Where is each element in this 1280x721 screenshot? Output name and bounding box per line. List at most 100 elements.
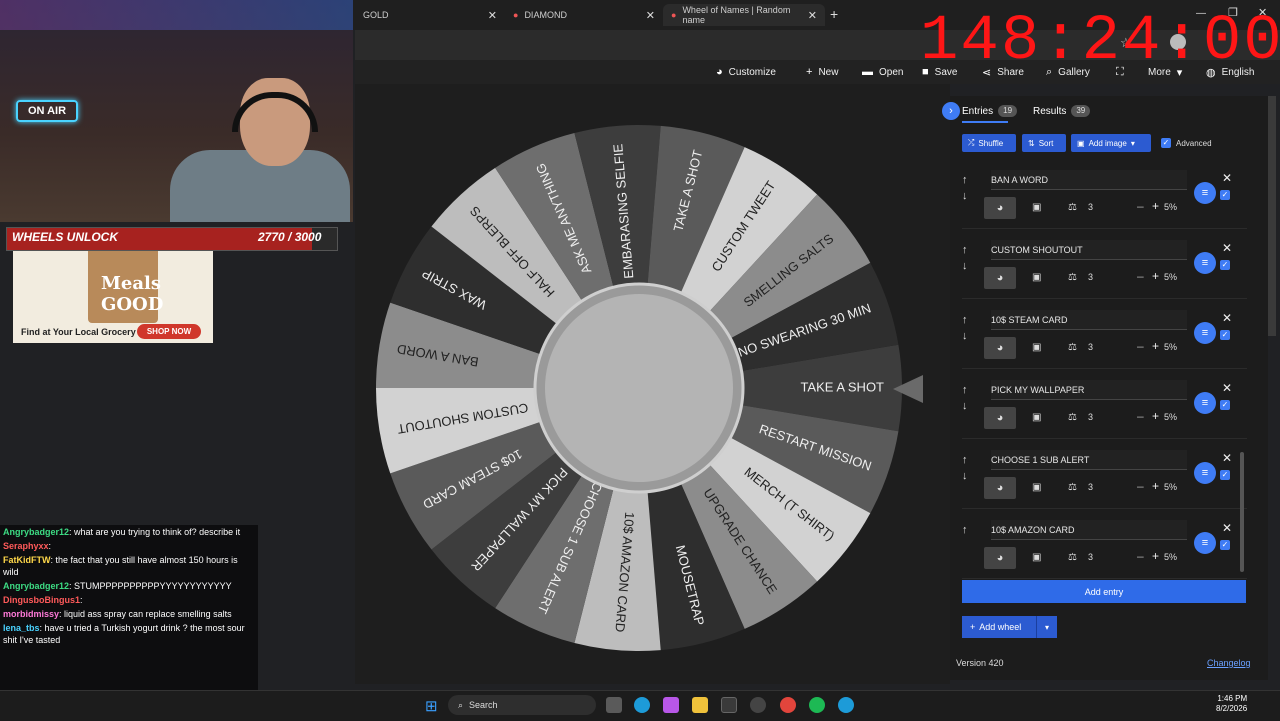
page-scrollbar[interactable] [1268,96,1276,336]
entry-text-field[interactable]: CUSTOM SHOUTOUT [991,240,1187,260]
tab-entries[interactable]: Entries 19 [962,103,1018,119]
increase-weight-button[interactable]: + [1152,339,1159,353]
entry-weight[interactable]: 3 [1088,202,1093,212]
entry-weight[interactable]: 3 [1088,272,1093,282]
delete-entry-icon[interactable]: ✕ [1222,171,1232,185]
color-picker-button[interactable]: ◕ [984,477,1016,499]
chat-username[interactable]: DingusboBingus1 [3,595,80,605]
close-icon[interactable]: ✕ [808,9,817,22]
move-up-icon[interactable]: ↑ [962,384,968,396]
move-down-icon[interactable]: ↓ [962,190,968,202]
sort-button[interactable]: ⇅ Sort [1022,134,1066,152]
add-entry-button[interactable]: Add entry [962,580,1246,603]
move-up-icon[interactable]: ↑ [962,314,968,326]
decrease-weight-button[interactable]: – [1137,479,1144,493]
close-icon[interactable]: ✕ [488,9,497,22]
image-icon[interactable]: ▣ [1032,272,1041,283]
add-wheel-button[interactable]: + Add wheel [962,616,1036,638]
decrease-weight-button[interactable]: – [1137,199,1144,213]
entry-settings-button[interactable]: ≡ [1194,182,1216,204]
delete-entry-icon[interactable]: ✕ [1222,241,1232,255]
move-down-icon[interactable]: ↓ [962,400,968,412]
browser-tab-wheel[interactable]: ● Wheel of Names | Random name ✕ [663,4,825,26]
color-picker-button[interactable]: ◕ [984,337,1016,359]
entry-enabled-checkbox[interactable]: ✓ [1220,260,1230,270]
ad-shop-now-button[interactable]: SHOP NOW [137,324,201,339]
advanced-checkbox[interactable]: ✓ Advanced [1161,138,1212,148]
image-icon[interactable]: ▣ [1032,482,1041,493]
customize-button[interactable]: ◕ Customize [716,60,776,84]
sponsor-ad[interactable]: Meals GOOD Find at Your Local Grocery SH… [13,251,213,343]
move-up-icon[interactable]: ↑ [962,244,968,256]
name-wheel[interactable]: TAKE A SHOTRESTART MISSIONMERCH (T SHIRT… [374,123,904,653]
entry-text-field[interactable]: 10$ AMAZON CARD [991,520,1187,540]
image-icon[interactable]: ▣ [1032,202,1041,213]
increase-weight-button[interactable]: + [1152,409,1159,423]
delete-entry-icon[interactable]: ✕ [1222,451,1232,465]
entry-weight[interactable]: 3 [1088,342,1093,352]
new-button[interactable]: + New [806,60,838,84]
edge-icon[interactable] [634,697,650,713]
move-up-icon[interactable]: ↑ [962,454,968,466]
entry-text-field[interactable]: BAN A WORD [991,170,1187,190]
browser-tab-gold[interactable]: GOLD ✕ [355,4,505,26]
increase-weight-button[interactable]: + [1152,199,1159,213]
image-icon[interactable]: ▣ [1032,552,1041,563]
close-icon[interactable]: ✕ [646,9,655,22]
changelog-link[interactable]: Changelog [1207,658,1251,668]
entry-settings-button[interactable]: ≡ [1194,252,1216,274]
color-picker-button[interactable]: ◕ [984,267,1016,289]
chat-username[interactable]: morbidmissy [3,609,59,619]
chrome-icon[interactable] [780,697,796,713]
file-explorer-icon[interactable] [692,697,708,713]
spotify-icon[interactable] [809,697,825,713]
entry-enabled-checkbox[interactable]: ✓ [1220,540,1230,550]
entry-weight[interactable]: 3 [1088,552,1093,562]
move-up-icon[interactable]: ↑ [962,174,968,186]
chevron-right-icon[interactable]: › [942,102,960,120]
store-icon[interactable] [721,697,737,713]
windows-start-icon[interactable]: ⊞ [425,697,438,715]
decrease-weight-button[interactable]: – [1137,409,1144,423]
taskbar-clock[interactable]: 1:46 PM 8/2/2026 [1216,694,1247,714]
image-icon[interactable]: ▣ [1032,412,1041,423]
entry-text-field[interactable]: PICK MY WALLPAPER [991,380,1187,400]
decrease-weight-button[interactable]: – [1137,269,1144,283]
delete-entry-icon[interactable]: ✕ [1222,311,1232,325]
open-button[interactable]: ▬ Open [862,60,903,84]
tab-results[interactable]: Results 39 [1033,103,1091,119]
increase-weight-button[interactable]: + [1152,479,1159,493]
chat-username[interactable]: FatKidFTW [3,555,51,565]
entry-weight[interactable]: 3 [1088,412,1093,422]
add-wheel-dropdown[interactable]: ▾ [1036,616,1057,638]
chat-username[interactable]: lena_tbs [3,623,40,633]
task-view-icon[interactable] [606,697,622,713]
taskbar-search[interactable]: ⌕ Search [448,695,596,715]
chat-username[interactable]: Angrybadger12 [3,581,69,591]
entry-enabled-checkbox[interactable]: ✓ [1220,400,1230,410]
entry-enabled-checkbox[interactable]: ✓ [1220,190,1230,200]
move-down-icon[interactable]: ↓ [962,330,968,342]
delete-entry-icon[interactable]: ✕ [1222,521,1232,535]
increase-weight-button[interactable]: + [1152,269,1159,283]
entry-settings-button[interactable]: ≡ [1194,532,1216,554]
move-down-icon[interactable]: ↓ [962,260,968,272]
shuffle-button[interactable]: ⤮ Shuffle [962,134,1016,152]
entry-settings-button[interactable]: ≡ [1194,392,1216,414]
entry-weight[interactable]: 3 [1088,482,1093,492]
entry-text-field[interactable]: 10$ STEAM CARD [991,310,1187,330]
chat-username[interactable]: Seraphyxx [3,541,49,551]
new-tab-button[interactable]: + [830,6,838,22]
image-icon[interactable]: ▣ [1032,342,1041,353]
add-image-button[interactable]: ▣ Add image ▾ [1071,134,1151,152]
decrease-weight-button[interactable]: – [1137,339,1144,353]
decrease-weight-button[interactable]: – [1137,549,1144,563]
browser-tab-diamond[interactable]: ● DIAMOND ✕ [505,4,663,26]
obs-icon[interactable] [750,697,766,713]
color-picker-button[interactable]: ◕ [984,197,1016,219]
color-picker-button[interactable]: ◕ [984,407,1016,429]
increase-weight-button[interactable]: + [1152,549,1159,563]
entry-settings-button[interactable]: ≡ [1194,462,1216,484]
entry-text-field[interactable]: CHOOSE 1 SUB ALERT [991,450,1187,470]
entry-settings-button[interactable]: ≡ [1194,322,1216,344]
